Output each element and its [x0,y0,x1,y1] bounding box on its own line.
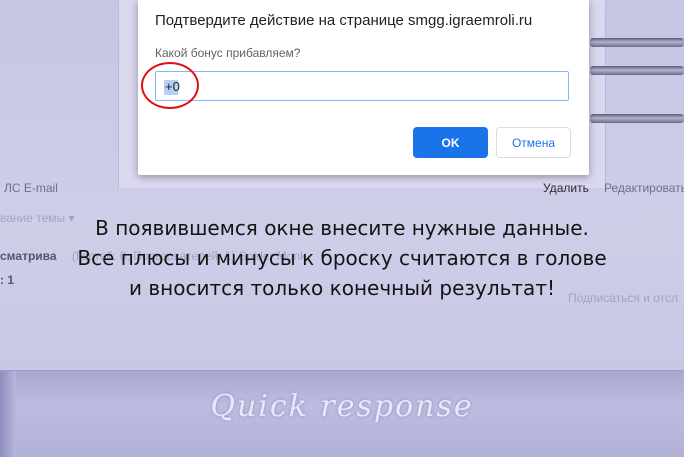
dialog-title: Подтвердите действие на странице smgg.ig… [155,12,533,29]
prompt-dialog: Подтвердите действие на странице smgg.ig… [138,0,589,175]
caption-line-3: и вносится только конечный результат! [129,276,555,300]
caption-line-1: В появившемся окне внесите нужные данные… [95,216,589,240]
decorative-bar [590,66,684,75]
caption-line-2: Все плюсы и минусы к броску считаются в … [77,246,607,270]
ok-button[interactable]: OK [413,127,488,158]
decorative-bar [590,38,684,47]
delete-link[interactable]: Удалить [543,181,589,195]
bonus-input[interactable] [155,71,569,101]
quick-response-bar: Quick response [0,370,684,457]
decorative-bar [590,114,684,123]
edit-link[interactable]: Редактировать [604,181,684,195]
cancel-button[interactable]: Отмена [496,127,571,158]
pm-email-links[interactable]: ЛС E-mail [4,181,58,195]
dialog-prompt: Какой бонус прибавляем? [155,46,301,60]
instruction-caption: В появившемся окне внесите нужные данные… [0,213,684,303]
highlight-circle [141,62,199,109]
quick-response-title[interactable]: Quick response [0,389,684,424]
